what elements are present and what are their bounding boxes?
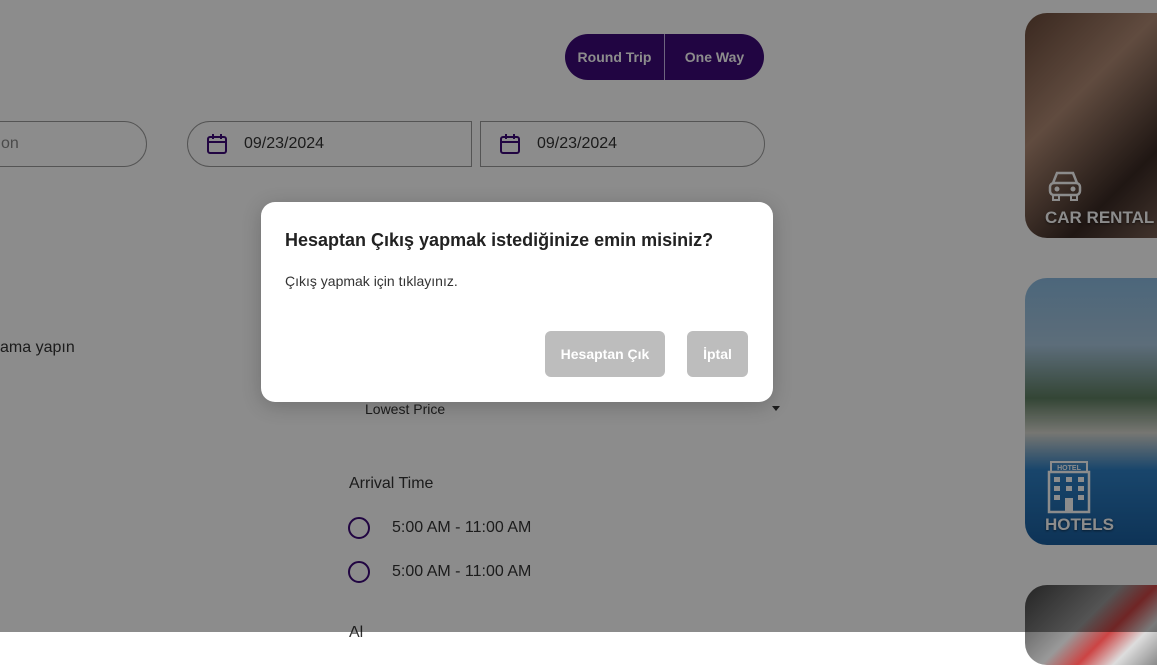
cancel-button[interactable]: İptal [687, 331, 748, 377]
dialog-title: Hesaptan Çıkış yapmak istediğinize emin … [285, 230, 714, 250]
logout-button[interactable]: Hesaptan Çık [545, 331, 665, 377]
logout-confirm-dialog: Hesaptan Çıkış yapmak istediğinize emin … [261, 202, 773, 402]
dialog-message: Çıkış yapmak için tıklayınız. [285, 273, 458, 289]
